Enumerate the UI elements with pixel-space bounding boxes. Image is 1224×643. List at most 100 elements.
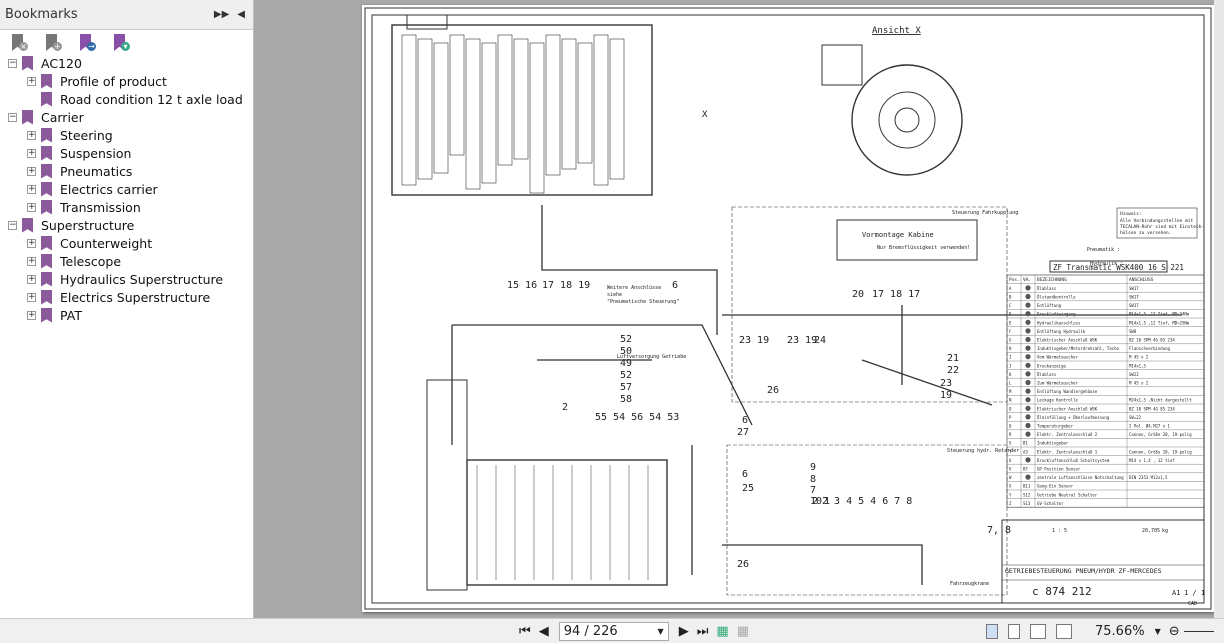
first-page-button[interactable]: ⏮: [519, 624, 531, 639]
table-cell: GP Position Sensor: [1037, 467, 1081, 472]
expand-toggle[interactable]: −: [8, 220, 17, 230]
expand-panel-icon[interactable]: ▶▶: [214, 9, 229, 20]
table-cell: DIN 2353 M12x1,5: [1129, 475, 1168, 480]
table-cell: G: [1009, 338, 1012, 343]
continuous-view-icon[interactable]: [1008, 623, 1020, 639]
bookmark-item[interactable]: + Electrics Superstructure: [27, 288, 210, 306]
drawing-mass-unit: kg: [1162, 528, 1168, 534]
zoom-out-icon[interactable]: ⊖: [1169, 624, 1180, 639]
table-header: Pos.: [1009, 277, 1020, 283]
bookmark-label: Road condition 12 t axle load: [60, 91, 243, 107]
pneumatic-line: [861, 359, 993, 406]
bookmark-item[interactable]: + Counterweight: [27, 234, 152, 252]
table-cell: Leckage Kontrolle: [1037, 398, 1079, 403]
bookmark-item[interactable]: + Hydraulics Superstructure: [27, 270, 223, 288]
chevron-down-icon[interactable]: ▼: [658, 627, 664, 636]
position-number: 27: [737, 427, 749, 438]
expand-toggle[interactable]: +: [27, 148, 36, 158]
table-cell: S13: [1023, 501, 1031, 506]
document-viewer[interactable]: Ansicht X X Steuerung Fahrkupplung Steuerun…: [255, 0, 1224, 618]
marker-dot: [1025, 293, 1031, 300]
expand-toggle[interactable]: +: [27, 256, 36, 266]
table-cell: BZ 10 SPM 4G 85 234: [1129, 406, 1175, 411]
expand-toggle[interactable]: +: [27, 292, 36, 302]
bookmark-item[interactable]: − AC120: [8, 54, 82, 72]
previous-view-icon[interactable]: ▦: [716, 624, 728, 639]
table-cell: Entlüftung Wandlergehäuse: [1037, 389, 1098, 394]
table-cell: Ölablass: [1037, 372, 1057, 377]
expand-toggle[interactable]: +: [27, 166, 36, 176]
expand-toggle[interactable]: +: [27, 76, 36, 86]
zoom-dropdown-icon[interactable]: ▼: [1155, 627, 1161, 636]
next-view-icon[interactable]: ▦: [737, 624, 749, 639]
bookmark-item[interactable]: + Suspension: [27, 144, 131, 162]
bookmark-item[interactable]: − Carrier: [8, 108, 84, 126]
expand-toggle[interactable]: −: [8, 58, 17, 68]
position-number: 2 3 4 5 4 6 7 8: [822, 496, 912, 507]
position-number: 7: [810, 485, 816, 496]
note-title: Hinweis:: [1120, 211, 1142, 217]
bookmark-item[interactable]: + PAT: [27, 306, 82, 324]
expand-toggle[interactable]: +: [27, 238, 36, 248]
expand-toggle[interactable]: +: [27, 274, 36, 284]
bookmark-item[interactable]: + Steering: [27, 126, 113, 144]
table-cell: Ölablass: [1037, 286, 1057, 291]
table-cell: J: [1009, 363, 1011, 368]
previous-page-button[interactable]: ◀: [539, 624, 549, 639]
bookmark-item[interactable]: + Transmission: [27, 198, 141, 216]
table-cell: 2 Pol. Ø4,M27 x 1: [1129, 424, 1171, 429]
table-cell: Entlüftung Hydraulik: [1037, 329, 1086, 334]
bookmark-item[interactable]: + Pneumatics: [27, 162, 132, 180]
bookmarks-panel: Bookmarks ▶▶ ◀ × + → ▾ − AC120 + Profile of …: [0, 0, 254, 618]
table-cell: Z: [1009, 501, 1012, 506]
continuous-facing-view-icon[interactable]: [1056, 623, 1072, 639]
part-title: ZF Transmatic WSK400 16 S 221: [1053, 263, 1184, 272]
zoom-level[interactable]: 75.66%: [1095, 624, 1145, 639]
bookmarks-header: Bookmarks ▶▶ ◀: [0, 0, 253, 30]
zoom-slider[interactable]: [1183, 630, 1214, 632]
marker-dot: [1025, 414, 1031, 420]
bookmark-label: PAT: [60, 307, 82, 323]
bookmark-item[interactable]: + Electrics carrier: [27, 180, 158, 198]
view-title: Ansicht X: [872, 26, 921, 36]
vertical-scrollbar[interactable]: [1214, 0, 1224, 618]
facing-view-icon[interactable]: [1030, 623, 1046, 639]
expand-toggle[interactable]: +: [27, 184, 36, 194]
table-cell: Zum Wärmetauscher: [1037, 381, 1079, 386]
bookmark-goto-icon[interactable]: →: [80, 34, 96, 52]
next-page-button[interactable]: ▶: [679, 624, 689, 639]
last-page-button[interactable]: ⏭: [697, 624, 709, 639]
technical-drawing: Ansicht XXSteuerung FahrkupplungSteuerun…: [364, 7, 1212, 610]
cabin-note: Nur Bremsflüssigkeit verwenden!: [877, 245, 970, 251]
bookmark-icon: [41, 253, 52, 269]
page-number-input[interactable]: 94 / 226 ▼: [558, 621, 669, 641]
marker-dot: [1025, 311, 1031, 317]
transmission-detail: [529, 42, 545, 194]
expand-toggle[interactable]: +: [27, 130, 36, 140]
bookmark-item[interactable]: − Superstructure: [8, 216, 134, 234]
single-page-view-icon[interactable]: [986, 623, 998, 639]
bookmark-item[interactable]: + Telescope: [27, 252, 121, 270]
table-cell: Temperaturgeber: [1037, 424, 1074, 429]
transmission-housing: [391, 24, 653, 196]
drawing-scale: 1 : 5: [1052, 528, 1067, 534]
collapse-panel-icon[interactable]: ◀: [237, 9, 245, 20]
bookmark-label: Telescope: [60, 253, 122, 269]
bookmark-delete-icon[interactable]: ×: [12, 34, 28, 52]
expand-toggle[interactable]: −: [8, 112, 17, 122]
position-number: 21: [947, 353, 959, 364]
table-cell: Getriebe Neutral Schalter: [1037, 492, 1098, 497]
bookmark-item[interactable]: Road condition 12 t axle load: [27, 90, 243, 108]
position-number: 58: [620, 394, 632, 405]
expand-toggle[interactable]: +: [27, 202, 36, 212]
table-cell: E: [1009, 320, 1012, 325]
bookmark-icon: [41, 73, 52, 89]
expand-toggle[interactable]: +: [27, 310, 36, 320]
bookmark-add-icon[interactable]: +: [46, 34, 62, 52]
table-cell: GV-Schalter: [1037, 501, 1064, 506]
table-cell: SW17: [1129, 295, 1139, 300]
bookmark-expand-icon[interactable]: ▾: [114, 34, 130, 52]
bookmark-item[interactable]: + Profile of product: [27, 72, 167, 90]
bookmark-label: Electrics carrier: [60, 181, 158, 197]
